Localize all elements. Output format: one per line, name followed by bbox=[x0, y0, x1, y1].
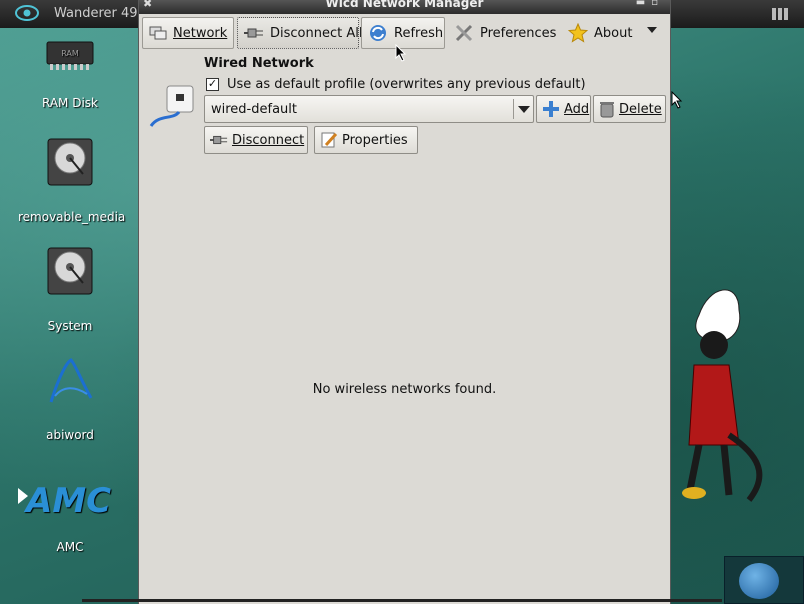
combo-separator bbox=[513, 99, 514, 119]
default-profile-label: Use as default profile (overwrites any p… bbox=[227, 77, 586, 92]
trash-icon bbox=[599, 100, 615, 118]
edit-icon bbox=[320, 131, 338, 149]
desktop-icon-amc[interactable]: AMC AMC bbox=[18, 480, 122, 554]
desktop-icon-label: System bbox=[47, 319, 93, 333]
preferences-button[interactable]: Preferences bbox=[447, 17, 559, 49]
bottom-divider bbox=[82, 599, 722, 602]
aros-eye-logo-icon[interactable] bbox=[14, 3, 40, 23]
hard-disk-icon bbox=[45, 247, 95, 297]
plus-icon bbox=[542, 100, 560, 118]
about-label: About bbox=[594, 25, 633, 41]
desktop-icon-label: abiword bbox=[46, 428, 94, 442]
ram-chip-icon: RAM bbox=[45, 36, 95, 86]
desktop-icon-label: RAM Disk bbox=[41, 96, 98, 110]
toolbar-overflow-icon[interactable] bbox=[647, 27, 657, 33]
svg-text:AMC: AMC bbox=[23, 481, 111, 520]
network-icon bbox=[149, 23, 167, 43]
default-profile-row[interactable]: ✓ Use as default profile (overwrites any… bbox=[206, 77, 586, 92]
add-label: Add bbox=[564, 101, 590, 117]
wired-disconnect-button[interactable]: Disconnect bbox=[204, 126, 308, 154]
disconnect-all-label: Disconnect All bbox=[270, 25, 363, 41]
plug-icon bbox=[210, 131, 228, 149]
tools-icon bbox=[454, 23, 474, 43]
system-tray bbox=[724, 556, 804, 604]
wanderer-menu-icon[interactable] bbox=[739, 563, 779, 599]
default-profile-checkbox[interactable]: ✓ bbox=[206, 78, 219, 91]
hard-disk-icon bbox=[45, 138, 95, 188]
network-button[interactable]: Network bbox=[142, 17, 234, 49]
refresh-label: Refresh bbox=[394, 25, 444, 41]
wired-properties-button[interactable]: Properties bbox=[314, 126, 418, 154]
wired-profile-value: wired-default bbox=[211, 102, 297, 117]
refresh-icon bbox=[368, 23, 388, 43]
preferences-label: Preferences bbox=[480, 25, 557, 41]
panel-title: Wanderer 494. bbox=[54, 6, 150, 21]
desktop-icon-removable-media[interactable]: removable_media bbox=[18, 138, 126, 224]
wired-network-icon bbox=[149, 84, 197, 132]
mouse-cursor-icon bbox=[671, 91, 683, 109]
svg-text:RAM: RAM bbox=[61, 49, 79, 58]
desktop-icon-label: AMC bbox=[56, 540, 84, 554]
chevron-down-icon bbox=[518, 106, 530, 113]
mouse-cursor-icon bbox=[395, 44, 407, 62]
wired-network-title: Wired Network bbox=[204, 56, 314, 71]
wireless-status-message: No wireless networks found. bbox=[312, 382, 497, 397]
panel-indicator-icon bbox=[772, 8, 794, 20]
plug-icon bbox=[244, 23, 264, 43]
amc-logo-icon: AMC bbox=[18, 480, 122, 521]
add-profile-button[interactable]: Add bbox=[536, 95, 591, 123]
window-titlebar[interactable]: ✖ Wicd Network Manager ▬▫ bbox=[139, 0, 670, 14]
delete-label: Delete bbox=[619, 101, 662, 117]
desktop-icon-label: removable_media bbox=[18, 210, 126, 224]
wallpaper-character-image bbox=[682, 289, 763, 502]
window-title: Wicd Network Manager bbox=[325, 0, 484, 10]
disconnect-all-button[interactable]: Disconnect All bbox=[237, 17, 363, 49]
wired-properties-label: Properties bbox=[342, 132, 408, 148]
desktop-icon-system[interactable]: System bbox=[18, 247, 122, 333]
abiword-icon bbox=[45, 356, 95, 406]
network-button-label: Network bbox=[173, 25, 228, 41]
desktop-icon-ram-disk[interactable]: RAM RAM Disk bbox=[18, 36, 122, 110]
delete-profile-button[interactable]: Delete bbox=[593, 95, 666, 123]
about-button[interactable]: About bbox=[561, 17, 637, 49]
wired-disconnect-label: Disconnect bbox=[232, 132, 305, 148]
window-controls-icon[interactable]: ▬▫ bbox=[636, 0, 664, 8]
wired-profile-select[interactable]: wired-default bbox=[204, 95, 534, 123]
desktop-icon-abiword[interactable]: abiword bbox=[18, 356, 122, 442]
star-icon bbox=[568, 23, 588, 43]
wicd-window: ✖ Wicd Network Manager ▬▫ Network Discon… bbox=[138, 0, 671, 604]
